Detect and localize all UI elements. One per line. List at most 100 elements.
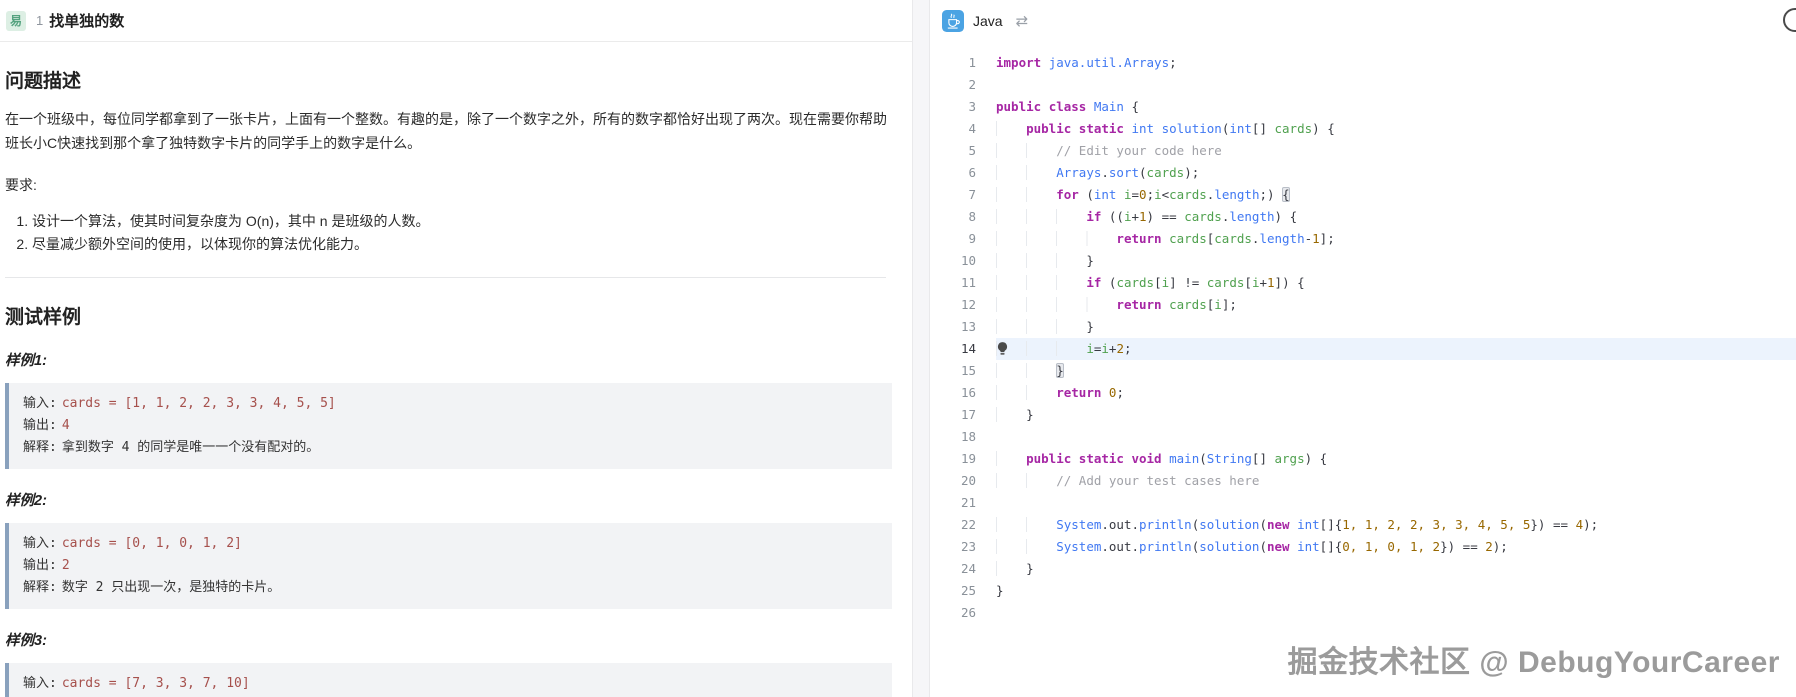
line-number: 4 xyxy=(968,121,976,136)
code-line[interactable]: 10 } xyxy=(930,250,1796,272)
description-text: 在一个班级中，每位同学都拿到了一张卡片，上面有一个整数。有趣的是，除了一个数字之… xyxy=(5,111,887,151)
code-line[interactable]: 3 public class Main { xyxy=(930,96,1796,118)
line-number: 7 xyxy=(968,187,976,202)
requirement-item: 尽量减少额外空间的使用，以体现你的算法优化能力。 xyxy=(32,233,892,256)
code-text[interactable]: for (int i=0;i<cards.length;) { xyxy=(996,184,1796,206)
code-text[interactable]: if (cards[i] != cards[i+1]) { xyxy=(996,272,1796,294)
line-number: 12 xyxy=(960,297,976,312)
line-number: 3 xyxy=(968,99,976,114)
code-line[interactable]: 5 // Edit your code here xyxy=(930,140,1796,162)
sample-input-line: 输入: cards = [0, 1, 0, 1, 2] xyxy=(23,536,242,551)
code-text[interactable] xyxy=(996,492,1796,514)
code-line[interactable]: 13 } xyxy=(930,316,1796,338)
code-text[interactable] xyxy=(996,426,1796,448)
sample-explain-line: 解释: 拿到数字 4 的同学是唯一一个没有配对的。 xyxy=(23,440,320,455)
code-text[interactable]: System.out.println(solution(new int[]{0,… xyxy=(996,536,1796,558)
sample-output-line: 输出: 2 xyxy=(23,558,70,573)
partial-circle-icon[interactable] xyxy=(1783,8,1796,32)
code-text[interactable]: public static void main(String[] args) { xyxy=(996,448,1796,470)
code-line[interactable]: 9 return cards[cards.length-1]; xyxy=(930,228,1796,250)
code-line[interactable]: 26 xyxy=(930,602,1796,624)
line-number: 1 xyxy=(968,55,976,70)
code-line[interactable]: 16 return 0; xyxy=(930,382,1796,404)
line-number: 5 xyxy=(968,143,976,158)
editor-panel: Java ⇄ 1 import java.util.Arrays; 2 3 public… xyxy=(930,0,1796,697)
line-number: 23 xyxy=(960,539,976,554)
problem-title: 找单独的数 xyxy=(49,13,125,30)
line-number: 19 xyxy=(960,451,976,466)
difficulty-badge: 易 xyxy=(6,10,26,31)
code-line[interactable]: 1 import java.util.Arrays; xyxy=(930,52,1796,74)
code-text[interactable]: return cards[cards.length-1]; xyxy=(996,228,1796,250)
problem-number: 1 xyxy=(36,13,44,28)
code-line[interactable]: 17 } xyxy=(930,404,1796,426)
line-number: 11 xyxy=(960,275,976,290)
sample-1-block: 输入: cards = [1, 1, 2, 2, 3, 3, 4, 5, 5] 输… xyxy=(5,383,892,469)
code-line[interactable]: 18 xyxy=(930,426,1796,448)
code-lines: 1 import java.util.Arrays; 2 3 public class … xyxy=(930,52,1796,624)
code-line[interactable]: 11 if (cards[i] != cards[i+1]) { xyxy=(930,272,1796,294)
code-line[interactable]: 2 xyxy=(930,74,1796,96)
sample-3-block: 输入:cards = [7, 3, 3, 7, 10] 输出:10 解释:10 … xyxy=(5,663,892,697)
code-line[interactable]: 7 for (int i=0;i<cards.length;) { xyxy=(930,184,1796,206)
code-text[interactable]: return 0; xyxy=(996,382,1796,404)
line-number: 9 xyxy=(968,231,976,246)
code-text[interactable]: return cards[i]; xyxy=(996,294,1796,316)
code-line[interactable]: 8 if ((i+1) == cards.length) { xyxy=(930,206,1796,228)
code-text[interactable]: } xyxy=(996,404,1796,426)
code-line[interactable]: 20 // Add your test cases here xyxy=(930,470,1796,492)
requirement-item: 设计一个算法，使其时间复杂度为 O(n)，其中 n 是班级的人数。 xyxy=(32,210,892,233)
code-text[interactable]: i=i+2; xyxy=(996,338,1796,360)
problem-panel: 易 1 找单独的数 问题描述 在一个班级中，每位同学都拿到了一张卡片，上面有一个… xyxy=(0,0,912,697)
code-text[interactable]: // Add your test cases here xyxy=(996,470,1796,492)
line-number: 2 xyxy=(968,77,976,92)
panel-splitter[interactable] xyxy=(912,0,930,697)
code-text[interactable]: Arrays.sort(cards); xyxy=(996,162,1796,184)
code-line[interactable]: 25} xyxy=(930,580,1796,602)
section-divider xyxy=(5,277,886,278)
line-number: 20 xyxy=(960,473,976,488)
code-text[interactable]: public static int solution(int[] cards) … xyxy=(996,118,1796,140)
language-switch-icon[interactable]: ⇄ xyxy=(1016,12,1029,30)
sample-output-line: 输出: 4 xyxy=(23,418,70,433)
line-number: 8 xyxy=(968,209,976,224)
language-label[interactable]: Java xyxy=(973,13,1003,29)
line-number: 22 xyxy=(960,517,976,532)
code-text[interactable]: import java.util.Arrays; xyxy=(996,52,1796,74)
samples-heading: 测试样例 xyxy=(5,307,82,328)
code-text[interactable] xyxy=(996,74,1796,96)
code-line[interactable]: 12 return cards[i]; xyxy=(930,294,1796,316)
lightbulb-icon[interactable] xyxy=(997,341,1008,356)
line-number: 14 xyxy=(960,341,976,356)
code-text[interactable]: } xyxy=(996,360,1796,382)
code-line[interactable]: 22 System.out.println(solution(new int[]… xyxy=(930,514,1796,536)
code-text[interactable] xyxy=(996,602,1796,624)
code-line[interactable]: 15 } xyxy=(930,360,1796,382)
code-text[interactable]: } xyxy=(996,250,1796,272)
code-line[interactable]: 23 System.out.println(solution(new int[]… xyxy=(930,536,1796,558)
line-number: 16 xyxy=(960,385,976,400)
code-line[interactable]: 24 } xyxy=(930,558,1796,580)
code-text[interactable]: } xyxy=(996,580,1796,602)
code-text[interactable]: } xyxy=(996,558,1796,580)
code-text[interactable]: System.out.println(solution(new int[]{1,… xyxy=(996,514,1796,536)
code-line[interactable]: 4 public static int solution(int[] cards… xyxy=(930,118,1796,140)
line-number: 21 xyxy=(960,495,976,510)
code-line[interactable]: 21 xyxy=(930,492,1796,514)
requirements-label: 要求: xyxy=(5,177,37,193)
code-editor[interactable]: 1 import java.util.Arrays; 2 3 public class … xyxy=(930,42,1796,624)
code-text[interactable]: if ((i+1) == cards.length) { xyxy=(996,206,1796,228)
code-line[interactable]: 6 Arrays.sort(cards); xyxy=(930,162,1796,184)
code-text[interactable]: } xyxy=(996,316,1796,338)
code-text[interactable]: // Edit your code here xyxy=(996,140,1796,162)
code-line[interactable]: 19 public static void main(String[] args… xyxy=(930,448,1796,470)
code-text[interactable]: public class Main { xyxy=(996,96,1796,118)
problem-title-bar: 易 1 找单独的数 xyxy=(0,0,912,42)
sample-input-line: 输入: cards = [1, 1, 2, 2, 3, 3, 4, 5, 5] xyxy=(23,396,336,411)
line-number: 15 xyxy=(960,363,976,378)
line-number: 13 xyxy=(960,319,976,334)
line-number: 24 xyxy=(960,561,976,576)
line-number: 17 xyxy=(960,407,976,422)
code-line[interactable]: 14 i=i+2; xyxy=(930,338,1796,360)
editor-header: Java ⇄ xyxy=(930,0,1796,42)
